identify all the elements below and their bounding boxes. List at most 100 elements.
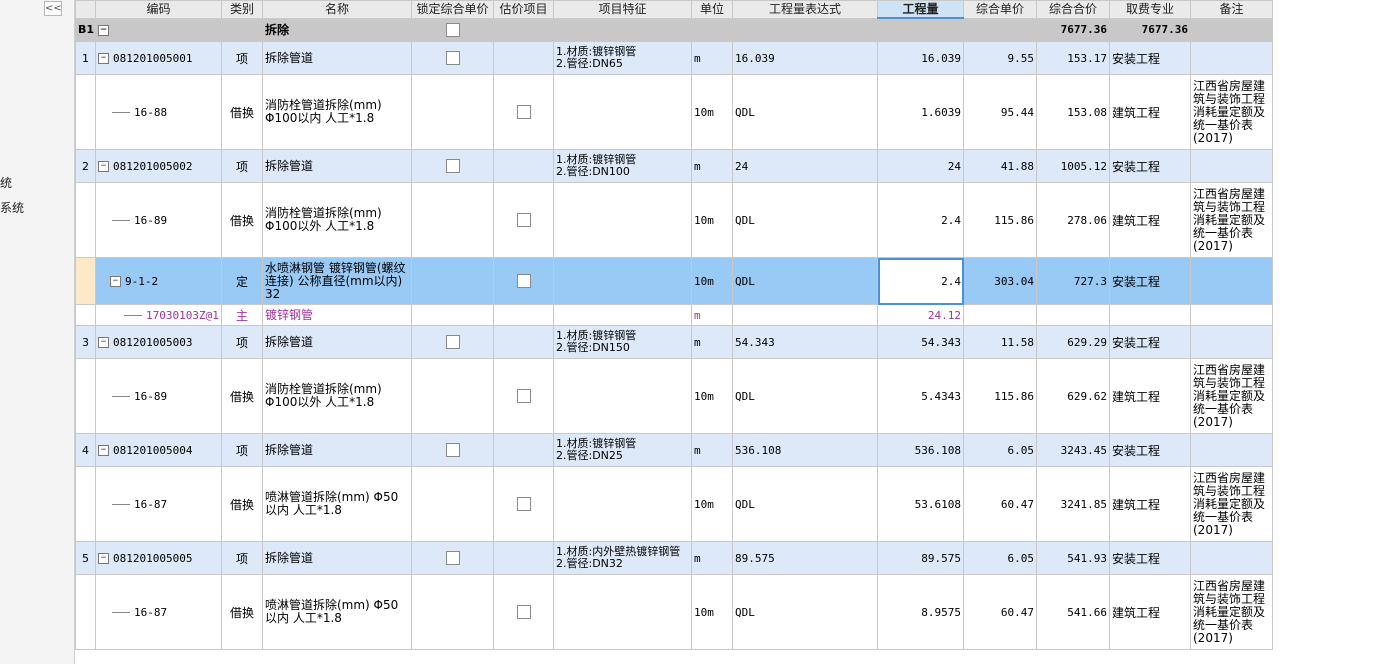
unit-price-cell[interactable]: 95.44 — [963, 74, 1037, 150]
total-cell[interactable]: 629.29 — [1036, 325, 1110, 359]
qty-cell[interactable]: 54.343 — [877, 325, 964, 359]
code-cell[interactable]: 16-89 — [95, 182, 222, 258]
unit-cell[interactable]: 10m — [691, 74, 733, 150]
total-cell[interactable]: 3241.85 — [1036, 466, 1110, 542]
qty-expr-cell[interactable]: 24 — [732, 149, 878, 183]
unit-cell[interactable]: 10m — [691, 466, 733, 542]
feature-cell[interactable] — [553, 574, 692, 650]
total-cell[interactable]: 629.62 — [1036, 358, 1110, 434]
total-cell[interactable]: 727.3 — [1036, 257, 1110, 305]
unit-cell[interactable]: m — [691, 149, 733, 183]
note-cell[interactable]: 江西省房屋建筑与装饰工程消耗量定额及统一基价表(2017) — [1190, 358, 1273, 434]
code-cell[interactable]: −081201005001 — [95, 41, 222, 75]
unit-cell[interactable]: 10m — [691, 182, 733, 258]
unit-price-cell[interactable]: 115.86 — [963, 358, 1037, 434]
feature-cell[interactable] — [553, 304, 692, 326]
specialty-cell[interactable] — [1109, 304, 1191, 326]
feature-cell[interactable]: 1.材质:内外壁热镀锌钢管 2.管径:DN32 — [553, 541, 692, 575]
type-cell[interactable]: 借换 — [221, 358, 263, 434]
feature-cell[interactable] — [553, 257, 692, 305]
section-toggle-cell[interactable]: − — [95, 17, 222, 42]
type-cell[interactable]: 借换 — [221, 466, 263, 542]
specialty-cell[interactable]: 安装工程 — [1109, 41, 1191, 75]
specialty-cell[interactable]: 安装工程 — [1109, 325, 1191, 359]
specialty-cell[interactable]: 建筑工程 — [1109, 74, 1191, 150]
code-cell[interactable]: 16-87 — [95, 466, 222, 542]
code-cell[interactable]: 16-87 — [95, 574, 222, 650]
collapse-toggle-icon[interactable]: − — [98, 336, 109, 348]
name-cell[interactable]: 喷淋管道拆除(mm) Φ50以内 人工*1.8 — [262, 574, 412, 650]
collapse-sidebar-button[interactable]: << — [44, 1, 62, 16]
estimate-checkbox-cell[interactable] — [493, 541, 554, 575]
estimate-checkbox-cell[interactable] — [493, 574, 554, 650]
qty-cell[interactable]: 2.4 — [877, 182, 964, 258]
unit-cell[interactable]: m — [691, 433, 733, 467]
estimate-checkbox-cell[interactable] — [493, 433, 554, 467]
name-cell[interactable]: 拆除管道 — [262, 149, 412, 183]
estimate-checkbox[interactable] — [516, 605, 531, 620]
qty-expr-cell[interactable] — [732, 304, 878, 326]
name-cell[interactable]: 镀锌钢管 — [262, 304, 412, 326]
code-cell[interactable]: −081201005002 — [95, 149, 222, 183]
estimate-checkbox-cell[interactable] — [493, 325, 554, 359]
collapse-toggle-icon[interactable]: − — [98, 52, 109, 64]
qty-cell[interactable]: 53.6108 — [877, 466, 964, 542]
list-item[interactable]: 1−081201005001 项拆除管道 1.材质:镀锌钢管 2.管径:DN65 m 1… — [75, 41, 1273, 75]
qty-expr-cell[interactable]: 54.343 — [732, 325, 878, 359]
type-cell[interactable]: 项 — [221, 149, 263, 183]
total-cell[interactable]: 1005.12 — [1036, 149, 1110, 183]
collapse-toggle-icon[interactable]: − — [98, 24, 109, 36]
type-cell[interactable]: 借换 — [221, 574, 263, 650]
header-code[interactable]: 编码 — [95, 0, 222, 19]
lock-price-checkbox-cell[interactable] — [411, 41, 494, 75]
lock-price-checkbox-cell[interactable] — [411, 74, 494, 150]
sidebar-text-2[interactable]: 系统 — [0, 199, 24, 216]
lock-price-checkbox-cell[interactable] — [411, 466, 494, 542]
unit-price-cell[interactable]: 9.55 — [963, 41, 1037, 75]
note-cell[interactable]: 江西省房屋建筑与装饰工程消耗量定额及统一基价表(2017) — [1190, 74, 1273, 150]
feature-cell[interactable] — [553, 358, 692, 434]
qty-expr-cell[interactable]: QDL — [732, 257, 878, 305]
header-unit-price[interactable]: 综合单价 — [963, 0, 1037, 19]
specialty-cell[interactable]: 安装工程 — [1109, 433, 1191, 467]
type-cell[interactable]: 项 — [221, 41, 263, 75]
code-cell[interactable]: −081201005003 — [95, 325, 222, 359]
unit-cell[interactable]: m — [691, 325, 733, 359]
lock-price-checkbox-cell[interactable] — [411, 574, 494, 650]
note-cell[interactable] — [1190, 149, 1273, 183]
qty-cell[interactable]: 89.575 — [877, 541, 964, 575]
lock-price-checkbox-cell[interactable] — [411, 358, 494, 434]
name-cell[interactable]: 拆除管道 — [262, 541, 412, 575]
section-row[interactable]: B1 − 拆除 7677.36 7677.36 — [75, 17, 1273, 42]
unit-cell[interactable]: 10m — [691, 257, 733, 305]
specialty-cell[interactable]: 安装工程 — [1109, 257, 1191, 305]
qty-cell[interactable]: 24.12 — [877, 304, 964, 326]
estimate-checkbox-cell[interactable] — [493, 74, 554, 150]
estimate-checkbox[interactable] — [516, 389, 531, 404]
quota-row[interactable]: 16-89 借换 消防栓管道拆除(mm) Φ100以外 人工*1.8 10m QDL 2.… — [75, 182, 1273, 258]
specialty-cell[interactable]: 建筑工程 — [1109, 182, 1191, 258]
lock-price-checkbox[interactable] — [445, 551, 460, 566]
estimate-checkbox[interactable] — [516, 497, 531, 512]
quota-row[interactable]: 16-89 借换 消防栓管道拆除(mm) Φ100以外 人工*1.8 10m QDL 5.… — [75, 358, 1273, 434]
name-cell[interactable]: 消防栓管道拆除(mm) Φ100以内 人工*1.8 — [262, 74, 412, 150]
header-name[interactable]: 名称 — [262, 0, 412, 19]
unit-price-cell[interactable]: 6.05 — [963, 433, 1037, 467]
quota-row[interactable]: 16-87 借换 喷淋管道拆除(mm) Φ50以内 人工*1.8 10m QDL 53.6… — [75, 466, 1273, 542]
estimate-checkbox[interactable] — [516, 213, 531, 228]
lock-price-checkbox-cell[interactable] — [411, 149, 494, 183]
estimate-checkbox-cell[interactable] — [493, 304, 554, 326]
feature-cell[interactable]: 1.材质:镀锌钢管 2.管径:DN25 — [553, 433, 692, 467]
name-cell[interactable]: 消防栓管道拆除(mm) Φ100以外 人工*1.8 — [262, 182, 412, 258]
specialty-cell[interactable]: 建筑工程 — [1109, 466, 1191, 542]
name-cell[interactable]: 水喷淋钢管 镀锌钢管(螺纹连接) 公称直径(mm以内) 32 — [262, 257, 412, 305]
list-item[interactable]: 2−081201005002 项拆除管道 1.材质:镀锌钢管 2.管径:DN100 m… — [75, 149, 1273, 183]
lock-price-checkbox[interactable] — [445, 335, 460, 350]
qty-expr-cell[interactable]: 16.039 — [732, 41, 878, 75]
lock-price-checkbox-cell[interactable] — [411, 182, 494, 258]
specialty-cell[interactable]: 建筑工程 — [1109, 574, 1191, 650]
estimate-checkbox-cell[interactable] — [493, 149, 554, 183]
feature-cell[interactable]: 1.材质:镀锌钢管 2.管径:DN150 — [553, 325, 692, 359]
name-cell[interactable]: 拆除管道 — [262, 433, 412, 467]
estimate-checkbox[interactable] — [516, 105, 531, 120]
